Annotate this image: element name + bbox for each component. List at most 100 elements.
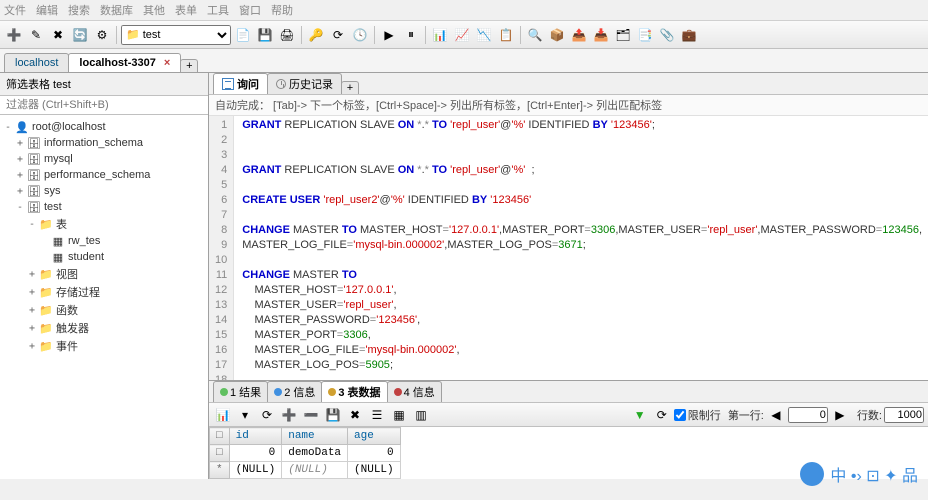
toolbar-button[interactable]: 📤 xyxy=(569,25,589,45)
du-icon[interactable]: du xyxy=(800,462,824,486)
assistant-icon[interactable]: ⊡ xyxy=(866,468,879,485)
cell[interactable]: (NULL) xyxy=(348,462,401,479)
grid-tool-button[interactable]: ➖ xyxy=(301,405,321,425)
tree-table[interactable]: ▦student xyxy=(2,249,206,265)
toolbar-button[interactable]: 🕓 xyxy=(350,25,370,45)
tree-database[interactable]: +🗄mysql xyxy=(2,151,206,167)
tree-folder[interactable]: +📁视图 xyxy=(2,265,206,283)
filter-icon[interactable]: ▼ xyxy=(630,405,650,425)
limit-rows-checkbox[interactable] xyxy=(674,409,686,421)
grid-tool-button[interactable]: ☰ xyxy=(367,405,387,425)
toolbar-button[interactable]: 📋 xyxy=(496,25,516,45)
menu-item[interactable]: 编辑 xyxy=(36,2,58,18)
tree-folder[interactable]: +📁存储过程 xyxy=(2,283,206,301)
select-all-checkbox[interactable]: □ xyxy=(210,428,230,445)
add-editor-tab[interactable]: + xyxy=(341,81,359,94)
grid-tool-button[interactable]: ⟳ xyxy=(257,405,277,425)
tree-database[interactable]: +🗄information_schema xyxy=(2,135,206,151)
editor-tab[interactable]: 历史记录 xyxy=(267,73,342,94)
add-tab-button[interactable]: + xyxy=(180,59,198,72)
database-selector[interactable]: 📁 test xyxy=(121,25,231,45)
toolbar-button[interactable]: ➕ xyxy=(4,25,24,45)
editor-tab[interactable]: 询问 xyxy=(213,73,268,94)
toolbar-button[interactable]: 📊 xyxy=(430,25,450,45)
menu-item[interactable]: 文件 xyxy=(4,2,26,18)
prev-page-button[interactable]: ◀ xyxy=(766,405,786,425)
tree-database[interactable]: +🗄performance_schema xyxy=(2,167,206,183)
toolbar-button[interactable]: 💾 xyxy=(255,25,275,45)
toolbar-button[interactable]: 🗂 xyxy=(613,25,633,45)
next-page-button[interactable]: ▶ xyxy=(830,405,850,425)
toolbar-button[interactable]: 🖨 xyxy=(277,25,297,45)
tree-folder[interactable]: +📁触发器 xyxy=(2,319,206,337)
assistant-icon[interactable]: 品 xyxy=(902,468,918,485)
toolbar-button[interactable]: 📄 xyxy=(233,25,253,45)
connection-tab[interactable]: localhost xyxy=(4,53,69,72)
toolbar-button[interactable]: 📈 xyxy=(452,25,472,45)
assistant-floating-bar[interactable]: du 中 •› ⊡ ✦ 品 xyxy=(800,462,918,486)
result-tab[interactable]: 3 表数据 xyxy=(321,381,387,402)
menu-item[interactable]: 搜索 xyxy=(68,2,90,18)
toolbar-button[interactable]: ⟳ xyxy=(328,25,348,45)
column-header[interactable]: age xyxy=(348,428,401,445)
toolbar-button[interactable]: 📦 xyxy=(547,25,567,45)
result-tab[interactable]: 1 结果 xyxy=(213,381,268,402)
grid-tool-button[interactable]: ➕ xyxy=(279,405,299,425)
sql-editor[interactable]: 123456789101112131415161718192021 GRANT … xyxy=(209,116,928,380)
toolbar-button[interactable]: ✖ xyxy=(48,25,68,45)
assistant-icon[interactable]: 中 xyxy=(830,468,846,485)
toolbar-button[interactable]: ⚙ xyxy=(92,25,112,45)
refresh-icon[interactable]: ⟳ xyxy=(652,405,672,425)
menu-item[interactable]: 其他 xyxy=(143,2,165,18)
cell[interactable]: (NULL) xyxy=(229,462,282,479)
toolbar-button[interactable]: 🔄 xyxy=(70,25,90,45)
assistant-icon[interactable]: ✦ xyxy=(884,468,897,485)
toolbar-button[interactable]: 📥 xyxy=(591,25,611,45)
filter-input[interactable] xyxy=(0,96,208,115)
tree-database[interactable]: -🗄test xyxy=(2,199,206,215)
menu-item[interactable]: 表单 xyxy=(175,2,197,18)
grid-tool-button[interactable]: ▾ xyxy=(235,405,255,425)
toolbar-button[interactable]: 📉 xyxy=(474,25,494,45)
cell[interactable]: 0 xyxy=(348,445,401,462)
menu-item[interactable]: 帮助 xyxy=(271,2,293,18)
grid-tool-button[interactable]: ✖ xyxy=(345,405,365,425)
tree-tables-folder[interactable]: -📁表 xyxy=(2,215,206,233)
toolbar-button[interactable]: 💼 xyxy=(679,25,699,45)
close-icon[interactable]: × xyxy=(164,57,170,69)
table-row[interactable]: □0demoData0 xyxy=(210,445,401,462)
grid-tool-button[interactable]: 💾 xyxy=(323,405,343,425)
toolbar-button[interactable]: ✎ xyxy=(26,25,46,45)
grid-tool-button[interactable]: ▦ xyxy=(389,405,409,425)
assistant-icon[interactable]: •› xyxy=(851,468,862,485)
tree-root[interactable]: -👤root@localhost xyxy=(2,119,206,135)
column-header[interactable]: name xyxy=(282,428,348,445)
tree-table[interactable]: ▦rw_tes xyxy=(2,233,206,249)
toolbar-button[interactable]: 🔍 xyxy=(525,25,545,45)
toolbar-button[interactable]: 📑 xyxy=(635,25,655,45)
result-tab[interactable]: 2 信息 xyxy=(267,381,322,402)
menu-item[interactable]: 工具 xyxy=(207,2,229,18)
grid-tool-button[interactable]: ▥ xyxy=(411,405,431,425)
tree-folder[interactable]: +📁事件 xyxy=(2,337,206,355)
menu-item[interactable]: 窗口 xyxy=(239,2,261,18)
toolbar-button[interactable]: ▶ xyxy=(379,25,399,45)
grid-tool-button[interactable]: 📊 xyxy=(213,405,233,425)
column-header[interactable]: id xyxy=(229,428,282,445)
toolbar-button[interactable]: ⏸ xyxy=(401,25,421,45)
connection-tab[interactable]: localhost-3307× xyxy=(68,53,181,72)
first-row-input[interactable] xyxy=(788,407,828,423)
table-row[interactable]: *(NULL)(NULL)(NULL) xyxy=(210,462,401,479)
row-marker[interactable]: * xyxy=(210,462,230,479)
tree-folder[interactable]: +📁函数 xyxy=(2,301,206,319)
code-area[interactable]: GRANT REPLICATION SLAVE ON *.* TO 'repl_… xyxy=(234,116,928,380)
cell[interactable]: demoData xyxy=(282,445,348,462)
cell[interactable]: 0 xyxy=(229,445,282,462)
toolbar-button[interactable]: 📎 xyxy=(657,25,677,45)
menu-item[interactable]: 数据库 xyxy=(100,2,133,18)
rows-input[interactable] xyxy=(884,407,924,423)
cell[interactable]: (NULL) xyxy=(282,462,348,479)
toolbar-button[interactable]: 🔑 xyxy=(306,25,326,45)
tree-database[interactable]: +🗄sys xyxy=(2,183,206,199)
row-marker[interactable]: □ xyxy=(210,445,230,462)
